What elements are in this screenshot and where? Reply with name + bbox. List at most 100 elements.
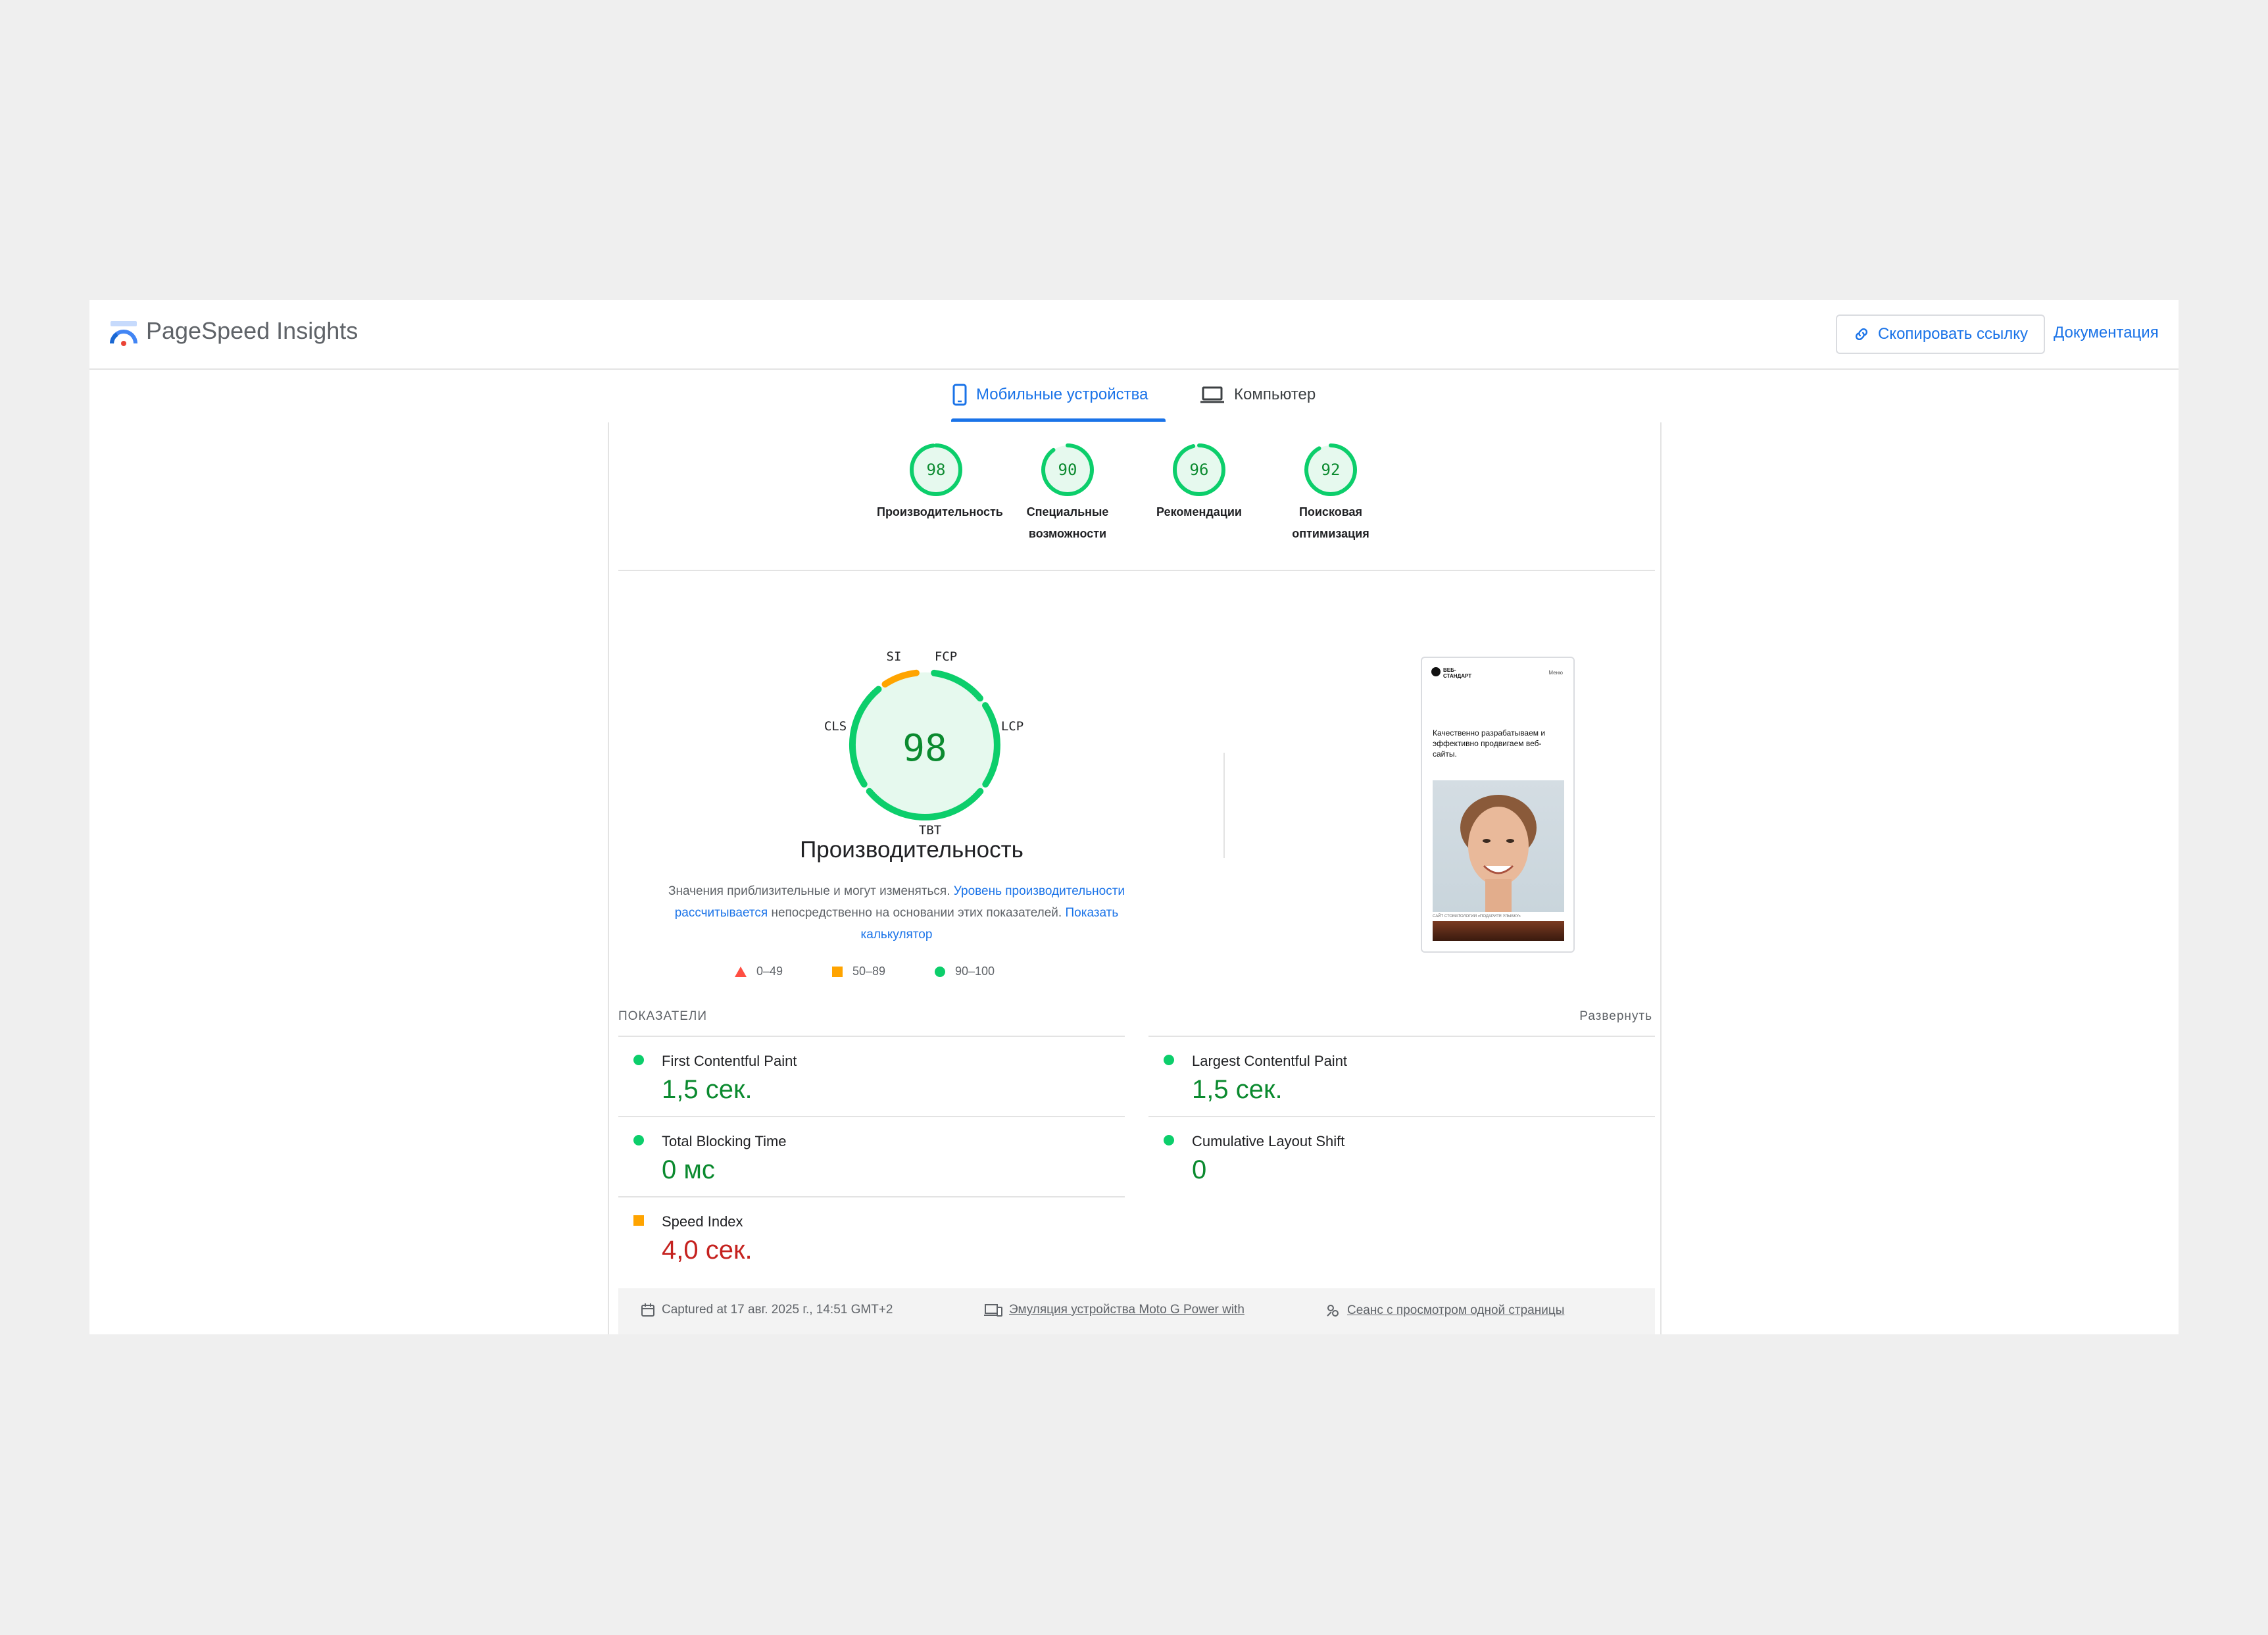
gauge-performance[interactable]: 98 Производительность — [877, 442, 1003, 523]
vertical-divider — [1223, 753, 1225, 858]
thumb-menu: Меню — [1548, 670, 1563, 676]
pass-circle-icon — [1164, 1135, 1174, 1145]
gauge-label-line: Производительность — [877, 505, 1003, 518]
thumb-logo-text: ВЕБ- СТАНДАРТ — [1443, 667, 1472, 679]
pass-circle-icon — [633, 1055, 644, 1065]
copy-link-button[interactable]: Скопировать ссылку — [1836, 314, 2045, 354]
metric-value: 1,5 сек. — [1192, 1075, 1283, 1104]
metric-name: First Contentful Paint — [662, 1053, 797, 1069]
gauge-label-fcp: FCP — [935, 649, 957, 664]
final-screenshot[interactable]: ВЕБ- СТАНДАРТ Меню Качественно разрабаты… — [1421, 657, 1575, 953]
gauge-label-lcp: LCP — [1001, 719, 1023, 734]
metric-value: 1,5 сек. — [662, 1075, 752, 1104]
gauge-seo[interactable]: 92 Поисковая оптимизация — [1271, 442, 1390, 545]
gauge-label: Специальные возможности — [1008, 501, 1127, 545]
score-ring-icon: 90 — [1041, 443, 1094, 496]
pagespeed-logo-icon — [110, 321, 137, 346]
portrait-image — [1460, 795, 1537, 912]
metric-si: Speed Index 4,0 сек. — [618, 1196, 1125, 1276]
metric-fcp: First Contentful Paint 1,5 сек. — [618, 1036, 1125, 1116]
circle-icon — [935, 966, 945, 977]
gauge-label: Производительность — [877, 501, 1003, 523]
thumb-site-logo: ВЕБ- СТАНДАРТ — [1431, 667, 1471, 679]
app-title: PageSpeed Insights — [146, 317, 358, 344]
session-icon — [1327, 1305, 1339, 1317]
metric-lcp: Largest Contentful Paint 1,5 сек. — [1148, 1036, 1655, 1116]
performance-gauge: 98 SI FCP LCP TBT CLS — [824, 649, 1023, 838]
metric-value: 0 — [1192, 1155, 1207, 1184]
metric-value: 4,0 сек. — [662, 1236, 752, 1265]
gauge-label-line: Поисковая — [1298, 505, 1363, 518]
captured-at: Captured at 17 авг. 2025 г., 14:51 GMT+2 — [641, 1303, 893, 1317]
performance-score: 98 — [902, 727, 947, 770]
metric-name: Cumulative Layout Shift — [1192, 1133, 1345, 1149]
category-gauges: 98 Производительность 90 Специальные воз… — [609, 422, 1663, 571]
legend-range: 0–49 — [756, 965, 783, 978]
copy-link-label: Скопировать ссылку — [1877, 325, 2029, 343]
legend-range: 50–89 — [852, 965, 886, 978]
score-legend: 0–49 50–89 90–100 — [734, 965, 1063, 986]
top-bar: PageSpeed Insights Скопировать ссылку До… — [89, 300, 2179, 370]
pass-circle-icon — [1164, 1055, 1174, 1065]
section-divider — [618, 570, 1655, 571]
captured-text: Captured at 17 авг. 2025 г., 14:51 GMT+2 — [662, 1303, 893, 1317]
expand-toggle[interactable]: Развернуть — [1579, 1009, 1652, 1024]
calendar-icon — [641, 1303, 654, 1317]
metric-name: Speed Index — [662, 1213, 743, 1230]
report-panel: 98 Производительность 90 Специальные воз… — [608, 422, 1662, 1334]
score-ring-icon: 92 — [1304, 443, 1357, 496]
tab-mobile[interactable]: Мобильные устройства — [952, 382, 1148, 408]
legend-pass: 90–100 — [934, 965, 995, 978]
pass-circle-icon — [633, 1135, 644, 1145]
gauge-label-tbt: TBT — [919, 823, 941, 838]
performance-title: Производительность — [800, 837, 1023, 863]
thumb-logo-mark — [1431, 667, 1441, 676]
square-icon — [832, 966, 843, 977]
desc-text: непосредственно на основании этих показа… — [771, 906, 1062, 920]
link-icon — [1855, 328, 1867, 341]
device-emulation[interactable]: Эмуляция устройства Moto G Power with — [984, 1303, 1245, 1317]
documentation-link[interactable]: Документация — [2054, 324, 2159, 342]
metric-name: Total Blocking Time — [662, 1133, 787, 1149]
legend-range: 90–100 — [955, 965, 995, 978]
pagespeed-window: PageSpeed Insights Скопировать ссылку До… — [89, 300, 2179, 1334]
gauge-label: Рекомендации — [1140, 501, 1258, 523]
gauge-label-line: Специальные — [1026, 505, 1109, 518]
score-seo: 92 — [1321, 461, 1341, 479]
smartphone-icon — [952, 384, 967, 406]
run-info-bar: Captured at 17 авг. 2025 г., 14:51 GMT+2… — [618, 1288, 1655, 1334]
average-square-icon — [633, 1215, 644, 1226]
gauge-label-line: оптимизация — [1292, 527, 1369, 540]
thumb-caption: САЙТ СТОМАТОЛОГИИ «ПОДАРИТЕ УЛЫБКУ» — [1433, 915, 1521, 918]
legend-fail: 0–49 — [734, 965, 783, 978]
score-best-practices: 96 — [1190, 461, 1209, 479]
gauge-label-si: SI — [887, 649, 902, 664]
gauge-accessibility[interactable]: 90 Специальные возможности — [1008, 442, 1127, 545]
triangle-icon — [735, 966, 747, 977]
score-accessibility: 90 — [1058, 461, 1077, 479]
gauge-label: Поисковая оптимизация — [1271, 501, 1390, 545]
active-tab-indicator — [951, 418, 1166, 422]
thumb-photo — [1433, 780, 1564, 912]
session-text: Сеанс с просмотром одной страницы — [1347, 1303, 1565, 1317]
thumb-headline: Качественно разрабатываем и эффективно п… — [1433, 728, 1546, 759]
legend-average: 50–89 — [831, 965, 885, 978]
metric-value: 0 мс — [662, 1155, 715, 1184]
metrics-heading: ПОКАЗАТЕЛИ — [618, 1009, 708, 1023]
metric-cls: Cumulative Layout Shift 0 — [1148, 1116, 1655, 1196]
gauge-label-cls: CLS — [824, 719, 847, 734]
score-performance: 98 — [927, 461, 946, 479]
metric-name: Largest Contentful Paint — [1192, 1053, 1348, 1069]
tab-desktop-label: Компьютер — [1234, 386, 1316, 403]
emulation-text: Эмуляция устройства Moto G Power with — [1009, 1303, 1245, 1317]
devices-icon — [984, 1304, 1002, 1317]
performance-description: Значения приблизительные и могут изменят… — [643, 880, 1150, 945]
metric-tbt: Total Blocking Time 0 мс — [618, 1116, 1125, 1196]
tab-desktop[interactable]: Компьютер — [1200, 382, 1316, 408]
desc-text: Значения приблизительные и могут изменят… — [668, 884, 950, 898]
laptop-icon — [1200, 386, 1224, 403]
session-info[interactable]: Сеанс с просмотром одной страницы — [1325, 1303, 1564, 1319]
gauge-label-line: возможности — [1028, 527, 1107, 540]
gauge-best-practices[interactable]: 96 Рекомендации — [1140, 442, 1258, 523]
gauge-label-line: Рекомендации — [1156, 505, 1242, 518]
